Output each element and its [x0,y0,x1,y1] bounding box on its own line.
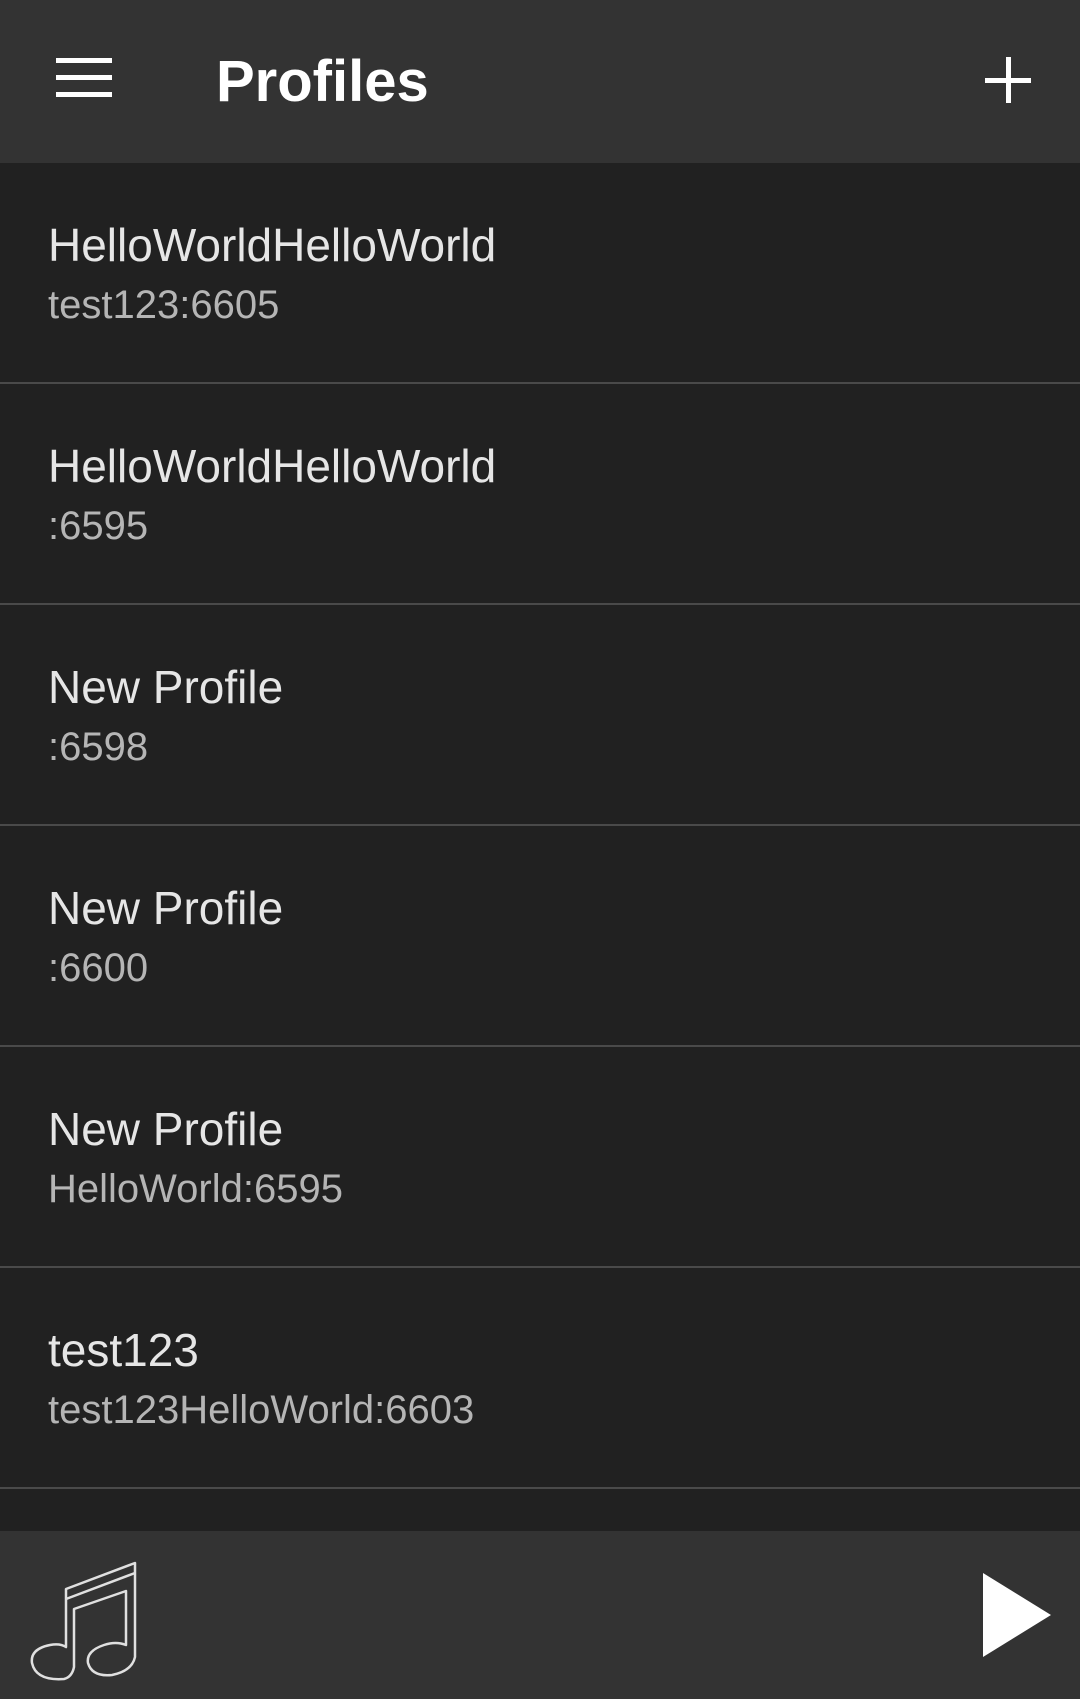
menu-line [56,75,112,80]
app-bar: Profiles [0,0,1080,163]
profile-name: New Profile [48,661,284,713]
add-profile-button[interactable] [985,57,1031,103]
profile-address: :6595 [48,504,149,548]
profile-list: HelloWorldHelloWorld test123:6605 HelloW… [0,163,1080,1531]
profile-address: test123:6605 [48,283,280,327]
play-icon[interactable] [983,1573,1051,1657]
profile-address: test123HelloWorld:6603 [48,1388,475,1432]
profile-name: HelloWorldHelloWorld [48,219,497,271]
profile-name: HelloWorldHelloWorld [48,440,497,492]
list-item[interactable]: New Profile :6600 [0,826,1080,1047]
profile-name: New Profile [48,882,284,934]
menu-line [56,92,112,97]
list-item[interactable]: New Profile :6598 [0,605,1080,826]
page-title: Profiles [216,49,429,114]
list-item[interactable]: New Profile HelloWorld:6595 [0,1047,1080,1268]
profile-address: :6600 [48,946,149,990]
profile-name: New Profile [48,1103,284,1155]
profile-name: test123 [48,1324,199,1376]
list-item[interactable]: HelloWorldHelloWorld test123:6605 [0,163,1080,384]
profile-address: :6598 [48,725,149,769]
profile-address: HelloWorld:6595 [48,1167,343,1211]
list-item[interactable]: HelloWorldHelloWorld :6595 [0,384,1080,605]
bottom-player-bar [0,1531,1080,1699]
menu-line [56,58,112,63]
hamburger-menu-icon[interactable] [56,58,112,98]
list-item[interactable]: test123 test123HelloWorld:6603 [0,1268,1080,1489]
music-note-icon[interactable] [28,1551,148,1683]
